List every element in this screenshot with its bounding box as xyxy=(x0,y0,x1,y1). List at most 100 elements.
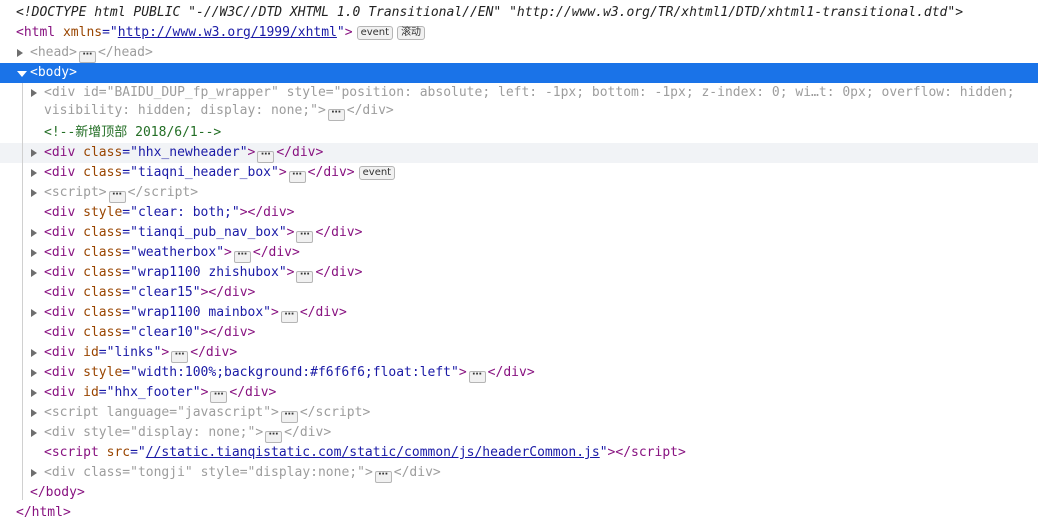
ellipsis-expand-button[interactable]: ⋯ xyxy=(257,150,275,163)
expand-triangle-icon[interactable] xyxy=(31,89,37,97)
dom-node-div[interactable]: <div id="BAIDU_DUP_fp_wrapper" style="po… xyxy=(0,83,1038,123)
dom-node-div[interactable]: <div id="links"> ⋯ </div> xyxy=(0,343,1038,363)
attribute-value[interactable]: clear15 xyxy=(138,285,193,300)
expand-triangle-icon[interactable] xyxy=(31,269,37,277)
attribute-value[interactable]: width:100%;background:#f6f6f6;float:left xyxy=(138,365,451,380)
event-badge[interactable]: event xyxy=(358,166,396,180)
attribute-name[interactable]: xmlns xyxy=(63,25,102,40)
attribute-name[interactable]: class xyxy=(83,165,122,180)
attribute-value[interactable]: display: none; xyxy=(138,425,248,440)
dom-node-div[interactable]: <div class="weatherbox"> ⋯ </div> xyxy=(0,243,1038,263)
dom-node-script[interactable]: <script src="//static.tianqistatic.com/s… xyxy=(0,443,1038,463)
attribute-quote: =" xyxy=(239,465,256,480)
expand-triangle-icon[interactable] xyxy=(31,249,37,257)
attribute-link[interactable]: //static.tianqistatic.com/static/common/… xyxy=(146,445,600,460)
dom-node-div[interactable]: <div style="display: none;"> ⋯ </div> xyxy=(0,423,1038,443)
attribute-value[interactable]: tongji xyxy=(138,465,185,480)
attribute-value[interactable]: clear: both; xyxy=(138,205,232,220)
attribute-name[interactable]: style xyxy=(287,85,326,100)
expand-triangle-icon[interactable] xyxy=(31,349,37,357)
doctype-node[interactable]: <!DOCTYPE html PUBLIC "-//W3C//DTD XHTML… xyxy=(0,3,1038,23)
ellipsis-expand-button[interactable]: ⋯ xyxy=(468,370,486,383)
ellipsis-expand-button[interactable]: ⋯ xyxy=(296,230,314,243)
ellipsis-expand-button[interactable]: ⋯ xyxy=(288,170,306,183)
dom-node-html[interactable]: <html xmlns="http://www.w3.org/1999/xhtm… xyxy=(0,23,1038,43)
dom-node-div[interactable]: <div style="clear: both;"></div> xyxy=(0,203,1038,223)
ellipsis-expand-button[interactable]: ⋯ xyxy=(280,310,298,323)
attribute-name[interactable]: id xyxy=(83,385,99,400)
expand-triangle-icon[interactable] xyxy=(31,469,37,477)
attribute-name[interactable]: class xyxy=(83,285,122,300)
expand-triangle-icon[interactable] xyxy=(31,149,37,157)
dom-node-script[interactable]: <script> ⋯ </script> xyxy=(0,183,1038,203)
ellipsis-expand-button[interactable]: ⋯ xyxy=(296,270,314,283)
expand-triangle-icon[interactable] xyxy=(17,49,23,57)
dom-node-div[interactable]: <div class="wrap1100 mainbox"> ⋯ </div> xyxy=(0,303,1038,323)
ellipsis-expand-button[interactable]: ⋯ xyxy=(210,390,228,403)
attribute-value[interactable]: hhx_newheader xyxy=(138,145,240,160)
dom-node-div[interactable]: <div style="width:100%;background:#f6f6f… xyxy=(0,363,1038,383)
attribute-value[interactable]: wrap1100 mainbox xyxy=(138,305,263,320)
attribute-value[interactable]: hhx_footer xyxy=(114,385,192,400)
attribute-name[interactable]: class xyxy=(83,225,122,240)
expand-triangle-icon[interactable] xyxy=(31,169,37,177)
dom-node-comment[interactable]: <!--新增顶部 2018/6/1--> xyxy=(0,123,1038,143)
expand-triangle-open-icon[interactable] xyxy=(17,71,27,77)
attribute-value[interactable]: weatherbox xyxy=(138,245,216,260)
attribute-name[interactable]: class xyxy=(83,245,122,260)
dom-node-div[interactable]: <div class="clear15"></div> xyxy=(0,283,1038,303)
dom-node-div[interactable]: <div id="hhx_footer"> ⋯ </div> xyxy=(0,383,1038,403)
attribute-name[interactable]: class xyxy=(83,265,122,280)
dom-node-body[interactable]: <body> xyxy=(0,63,1038,83)
scroll-badge[interactable]: 滚动 xyxy=(397,26,426,40)
ellipsis-expand-button[interactable]: ⋯ xyxy=(280,410,298,423)
dom-node-script[interactable]: <script language="javascript"> ⋯ </script> xyxy=(0,403,1038,423)
attribute-value[interactable]: wrap1100 zhishubox xyxy=(138,265,279,280)
attribute-name[interactable]: class xyxy=(83,325,122,340)
attribute-name[interactable]: style xyxy=(83,425,122,440)
attribute-name[interactable]: class xyxy=(83,305,122,320)
dom-node-div[interactable]: <div class="tiaqni_header_box"> ⋯ </div> ev… xyxy=(0,163,1038,183)
ellipsis-expand-button[interactable]: ⋯ xyxy=(171,350,189,363)
attribute-value[interactable]: tiaqni_header_box xyxy=(138,165,271,180)
ellipsis-expand-button[interactable]: ⋯ xyxy=(233,250,251,263)
dom-node-body[interactable]: </body> xyxy=(0,483,1038,503)
ellipsis-expand-button[interactable]: ⋯ xyxy=(78,50,96,63)
dom-node-div[interactable]: <div class="tongji" style="display:none;… xyxy=(0,463,1038,483)
attribute-value[interactable]: display:none; xyxy=(255,465,357,480)
event-badge[interactable]: event xyxy=(356,26,394,40)
expand-triangle-icon[interactable] xyxy=(31,369,37,377)
attribute-value[interactable]: links xyxy=(114,345,153,360)
attribute-link[interactable]: http://www.w3.org/1999/xhtml xyxy=(118,25,337,40)
expand-triangle-icon[interactable] xyxy=(31,309,37,317)
dom-node-html[interactable]: </html> xyxy=(0,503,1038,523)
attribute-value[interactable]: javascript xyxy=(185,405,263,420)
expand-triangle-icon[interactable] xyxy=(31,189,37,197)
dom-node-div[interactable]: <div class="hhx_newheader"> ⋯ </div> xyxy=(0,143,1038,163)
dom-node-head[interactable]: <head> ⋯ </head> xyxy=(0,43,1038,63)
attribute-value[interactable]: clear10 xyxy=(138,325,193,340)
attribute-name[interactable]: id xyxy=(83,345,99,360)
elements-tree[interactable]: <!DOCTYPE html PUBLIC "-//W3C//DTD XHTML… xyxy=(0,0,1038,526)
attribute-name[interactable]: class xyxy=(83,465,122,480)
attribute-name[interactable]: id xyxy=(83,85,99,100)
attribute-name[interactable]: src xyxy=(107,445,130,460)
dom-node-div[interactable]: <div class="clear10"></div> xyxy=(0,323,1038,343)
expand-triangle-icon[interactable] xyxy=(31,409,37,417)
attribute-value[interactable]: BAIDU_DUP_fp_wrapper xyxy=(114,85,271,100)
attribute-value[interactable]: tianqi_pub_nav_box xyxy=(138,225,279,240)
attribute-name[interactable]: language xyxy=(107,405,170,420)
dom-node-div[interactable]: <div class="tianqi_pub_nav_box"> ⋯ </div> xyxy=(0,223,1038,243)
expand-triangle-icon[interactable] xyxy=(31,389,37,397)
ellipsis-expand-button[interactable]: ⋯ xyxy=(108,190,126,203)
ellipsis-expand-button[interactable]: ⋯ xyxy=(265,430,283,443)
ellipsis-expand-button[interactable]: ⋯ xyxy=(374,470,392,483)
dom-node-div[interactable]: <div class="wrap1100 zhishubox"> ⋯ </div> xyxy=(0,263,1038,283)
expand-triangle-icon[interactable] xyxy=(31,429,37,437)
attribute-name[interactable]: style xyxy=(83,205,122,220)
expand-triangle-icon[interactable] xyxy=(31,229,37,237)
attribute-name[interactable]: style xyxy=(201,465,240,480)
attribute-name[interactable]: class xyxy=(83,145,122,160)
ellipsis-expand-button[interactable]: ⋯ xyxy=(327,108,345,121)
attribute-name[interactable]: style xyxy=(83,365,122,380)
